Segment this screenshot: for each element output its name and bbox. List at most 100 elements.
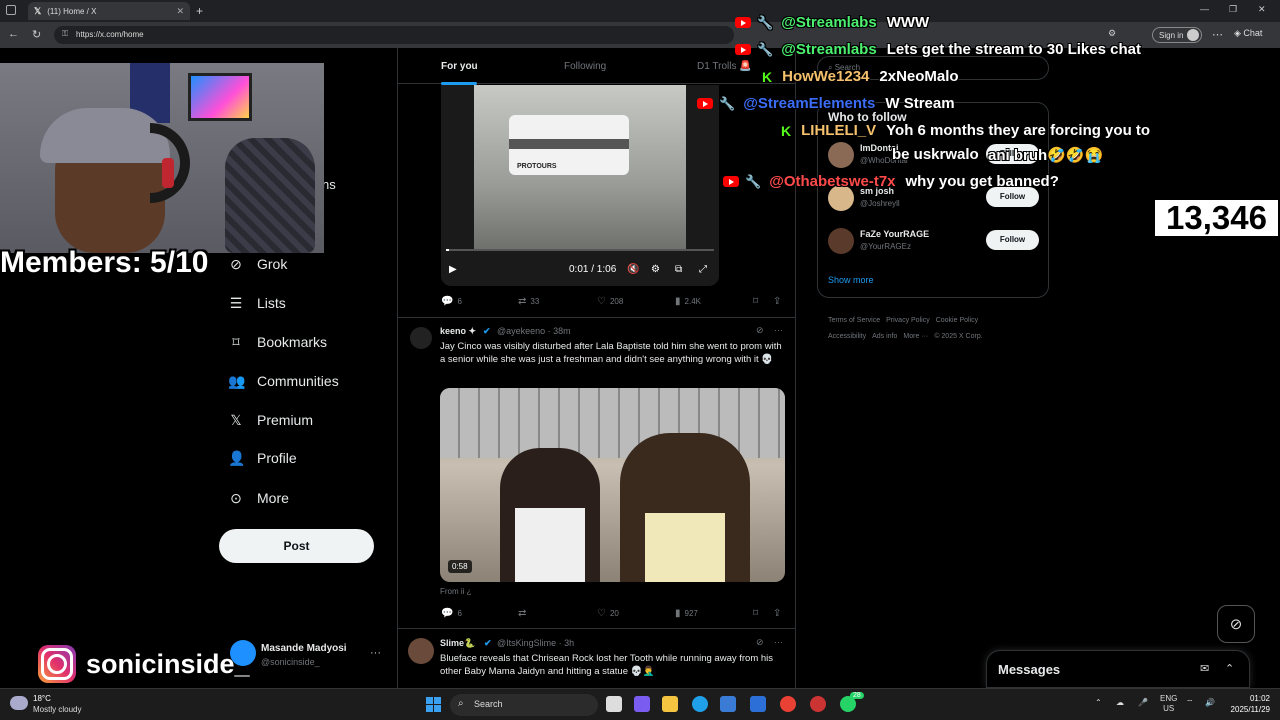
reload-icon[interactable]: ↻	[32, 28, 41, 41]
expand-icon[interactable]: ⌃	[1225, 662, 1234, 675]
task-view-icon[interactable]	[606, 696, 622, 712]
grok-icon[interactable]: ⊘	[756, 637, 764, 648]
mic-icon[interactable]: 🎤	[1138, 698, 1148, 707]
share-button[interactable]: ⇪	[773, 296, 785, 307]
follow-button[interactable]: Follow	[986, 187, 1039, 207]
sidebar-item-premium[interactable]: 𝕏 Premium	[228, 410, 313, 430]
tweet-author-name[interactable]: Slime🐍	[440, 638, 475, 649]
account-more-icon[interactable]: ···	[370, 647, 381, 659]
sidebar-item-more[interactable]: ⊙ More	[228, 488, 289, 508]
language-indicator[interactable]: ENG US	[1160, 694, 1177, 714]
obs-icon[interactable]	[810, 696, 826, 712]
like-button[interactable]: ♡ 20	[597, 608, 619, 619]
close-window-icon[interactable]: ✕	[1258, 4, 1266, 15]
sign-in-label: Sign in	[1159, 31, 1184, 40]
nav-partial-label: ns	[322, 177, 336, 192]
edge-icon[interactable]	[692, 696, 708, 712]
window-menu-icon[interactable]	[6, 5, 16, 15]
tab-close-icon[interactable]: ✕	[176, 6, 184, 17]
tweet-more-icon[interactable]: ···	[774, 637, 783, 647]
system-clock[interactable]: 01:02 2025/11/29	[1226, 693, 1270, 715]
chat-message: 🔧 @Streamlabs WWW	[735, 14, 929, 31]
tab-d1-trolls[interactable]: D1 Trolls 🚨	[697, 61, 752, 72]
lang-code: ENG	[1160, 694, 1178, 703]
tray-overflow-icon[interactable]: ⌃	[1095, 698, 1102, 707]
mute-icon[interactable]: 🔇	[627, 264, 639, 275]
network-tray-icon[interactable]: ☁	[1116, 698, 1124, 707]
chat-text: 2xNeoMalo	[879, 68, 959, 85]
wifi-icon[interactable]: ⌔	[1186, 698, 1194, 708]
weather-temp: 18°C	[33, 694, 51, 703]
file-explorer-icon[interactable]	[662, 696, 678, 712]
share-button[interactable]: ⇪	[773, 608, 785, 619]
maximize-icon[interactable]: ❐	[1229, 4, 1237, 15]
views-button[interactable]: ▮ 927	[675, 608, 698, 619]
footer-link[interactable]: Terms of Service	[828, 317, 880, 324]
sidebar-item-bookmarks[interactable]: ⌑ Bookmarks	[228, 332, 327, 352]
tweet-avatar[interactable]	[410, 327, 432, 349]
grok-float-icon[interactable]: ⊘	[1217, 605, 1255, 643]
footer-link[interactable]: Ads info	[872, 333, 897, 340]
browser-menu-icon[interactable]: ⋯	[1212, 28, 1223, 41]
sidebar-item-communities[interactable]: 👥 Communities	[228, 371, 339, 391]
site-info-icon[interactable]: ⚿	[62, 29, 68, 39]
retweet-button[interactable]: ⇄ 33	[518, 296, 539, 307]
retweet-button[interactable]: ⇄	[518, 608, 530, 619]
sidebar-item-profile[interactable]: 👤 Profile	[228, 448, 297, 468]
account-name: Masande Madyosi	[261, 643, 347, 654]
views-button[interactable]: ▮ 2.4K	[675, 296, 701, 307]
share-icon: ⇪	[773, 608, 782, 619]
show-more-link[interactable]: Show more	[828, 275, 874, 285]
messages-drawer[interactable]: Messages ✉ ⌃	[986, 650, 1250, 688]
pip-icon[interactable]: ⧉	[675, 264, 682, 275]
tab-following[interactable]: Following	[564, 61, 606, 72]
tweet-more-icon[interactable]: ···	[774, 325, 783, 335]
sign-in-button[interactable]: Sign in	[1152, 27, 1202, 43]
minimize-icon[interactable]: —	[1200, 4, 1209, 14]
chrome-icon[interactable]	[780, 696, 796, 712]
fullscreen-icon[interactable]: ⤢	[699, 264, 707, 275]
footer-link[interactable]: More ···	[903, 333, 928, 340]
store-icon[interactable]	[720, 696, 736, 712]
tab-for-you[interactable]: For you	[441, 61, 478, 72]
new-tab-icon[interactable]: +	[196, 4, 203, 18]
footer-link[interactable]: © 2025 X Corp.	[934, 333, 982, 340]
reply-button[interactable]: 💬 6	[441, 296, 462, 307]
like-button[interactable]: ♡ 208	[597, 296, 623, 307]
mail-icon[interactable]	[750, 696, 766, 712]
url-field[interactable]: ⚿ https://x.com/home	[54, 26, 734, 44]
follow-suggestion[interactable]: FaZe YourRAGE @YourRAGEz Follow	[828, 228, 1040, 258]
back-icon[interactable]: ←	[8, 28, 19, 40]
tweet-video-player[interactable]: PROTOURS ▶ 0:01 / 1:06 🔇 ⚙ ⧉ ⤢	[441, 85, 719, 286]
taskbar-search[interactable]: ⌕ Search	[450, 694, 598, 716]
account-switcher[interactable]	[230, 636, 390, 676]
app-icon[interactable]	[634, 696, 650, 712]
bookmark-button[interactable]: ⌑	[753, 608, 762, 619]
volume-icon[interactable]: 🔊	[1205, 698, 1215, 707]
copilot-chat-button[interactable]: ◈ Chat	[1234, 28, 1262, 39]
footer-link[interactable]: Accessibility	[828, 333, 866, 340]
start-button[interactable]	[426, 697, 441, 712]
video-progress-bar[interactable]	[446, 249, 714, 251]
play-icon[interactable]: ▶	[449, 264, 457, 275]
bookmark-button[interactable]: ⌑	[753, 296, 762, 307]
grok-icon[interactable]: ⊘	[756, 325, 764, 336]
follow-button[interactable]: Follow	[986, 230, 1039, 250]
video-source[interactable]: From ii ¿	[440, 587, 472, 596]
chat-text: Yoh 6 months they are forcing you to	[886, 122, 1151, 139]
tweet-video-player[interactable]: 0:58	[440, 388, 785, 582]
footer-link[interactable]: Cookie Policy	[936, 317, 978, 324]
tweet-author-name[interactable]: keeno ✦	[440, 326, 476, 337]
tweet-avatar[interactable]	[408, 638, 434, 664]
sidebar-item-grok[interactable]: ⊘ Grok	[228, 254, 287, 274]
sidebar-item-label: Premium	[257, 412, 314, 428]
sidebar-item-lists[interactable]: ☰ Lists	[228, 293, 286, 313]
extensions-icon[interactable]: ⚙	[1108, 28, 1116, 39]
post-button[interactable]: Post	[219, 529, 374, 563]
browser-tab[interactable]: 𝕏 (11) Home / X ✕	[28, 2, 190, 20]
reply-button[interactable]: 💬 6	[441, 608, 462, 619]
settings-icon[interactable]: ⚙	[651, 264, 660, 275]
new-message-icon[interactable]: ✉	[1200, 662, 1209, 675]
footer-link[interactable]: Privacy Policy	[886, 317, 930, 324]
chat-label: Chat	[1243, 28, 1263, 38]
